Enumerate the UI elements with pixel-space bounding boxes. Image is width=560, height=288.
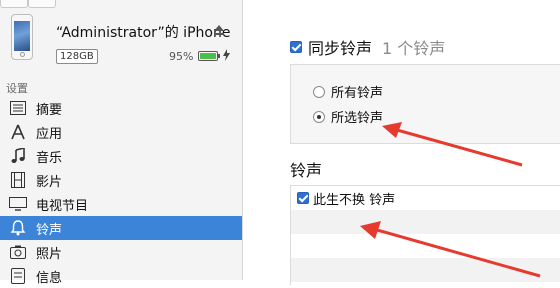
- sidebar: “Administrator”的 iPhone 128GB 95% 设置 摘要 …: [0, 0, 243, 286]
- sidebar-item-label: 信息: [36, 270, 63, 286]
- sidebar-item-info[interactable]: 信息: [0, 264, 242, 288]
- device-name: “Administrator”的 iPhone: [56, 25, 231, 41]
- tv-icon: [9, 195, 27, 213]
- sidebar-item-films[interactable]: 影片: [0, 168, 242, 192]
- sidebar-item-label: 照片: [36, 246, 63, 262]
- camera-icon: [9, 243, 27, 261]
- all-ringtones-label: 所有铃声: [331, 86, 384, 101]
- sidebar-item-label: 影片: [36, 174, 63, 190]
- sidebar-item-summary[interactable]: 摘要: [0, 96, 242, 120]
- sidebar-nav: 摘要 应用 音乐 影片 电视节目 铃声 照片 信息: [0, 96, 242, 288]
- sidebar-item-ringtones[interactable]: 铃声: [0, 216, 242, 240]
- all-ringtones-radio[interactable]: [313, 85, 325, 98]
- sidebar-item-label: 音乐: [36, 150, 63, 166]
- info-icon: [9, 267, 27, 285]
- list-row-empty: [291, 234, 560, 258]
- battery-icon: [198, 51, 220, 61]
- forward-button[interactable]: [28, 0, 56, 8]
- apps-icon: [9, 123, 27, 141]
- all-ringtones-option[interactable]: 所有铃声: [313, 82, 383, 101]
- sidebar-item-tv-shows[interactable]: 电视节目: [0, 192, 242, 216]
- sidebar-item-label: 应用: [36, 126, 63, 142]
- selected-ringtones-radio[interactable]: [313, 110, 325, 123]
- eject-icon[interactable]: [213, 24, 225, 36]
- sync-options-box: 所有铃声 所选铃声: [290, 64, 560, 144]
- sync-ringtones-checkbox[interactable]: 同步铃声 1 个铃声: [290, 35, 445, 59]
- back-button[interactable]: [0, 0, 28, 8]
- selected-ringtones-option[interactable]: 所选铃声: [313, 107, 383, 126]
- sync-ringtones-label: 同步铃声: [308, 39, 373, 58]
- sync-checkbox[interactable]: [290, 41, 302, 53]
- list-row-empty: [291, 258, 560, 282]
- iphone-device-icon: [11, 14, 33, 60]
- music-icon: [9, 147, 27, 165]
- sidebar-item-label: 摘要: [36, 102, 63, 118]
- battery-percentage: 95%: [169, 50, 194, 63]
- film-icon: [9, 171, 27, 189]
- sidebar-item-photos[interactable]: 照片: [0, 240, 242, 264]
- settings-section-label: 设置: [6, 82, 28, 95]
- list-item[interactable]: 此生不换 铃声: [291, 186, 560, 210]
- main-panel: 同步铃声 1 个铃声 所有铃声 所选铃声 铃声 此生不换 铃声: [243, 0, 560, 285]
- sidebar-item-label: 铃声: [36, 222, 63, 238]
- sidebar-item-apps[interactable]: 应用: [0, 120, 242, 144]
- ringtone-label: 此生不换 铃声: [313, 192, 396, 208]
- sidebar-item-label: 电视节目: [36, 198, 89, 214]
- ringtone-checkbox[interactable]: [297, 192, 309, 204]
- list-row-empty: [291, 210, 560, 234]
- capacity-badge: 128GB: [56, 49, 98, 64]
- selected-ringtones-label: 所选铃声: [331, 111, 384, 126]
- summary-icon: [9, 99, 27, 117]
- ringtones-section-title: 铃声: [290, 161, 323, 180]
- ringtone-count: 1 个铃声: [382, 39, 446, 58]
- bell-icon: [9, 219, 27, 237]
- sidebar-item-music[interactable]: 音乐: [0, 144, 242, 168]
- charging-icon: [223, 49, 230, 61]
- ringtones-list: 此生不换 铃声: [290, 185, 560, 285]
